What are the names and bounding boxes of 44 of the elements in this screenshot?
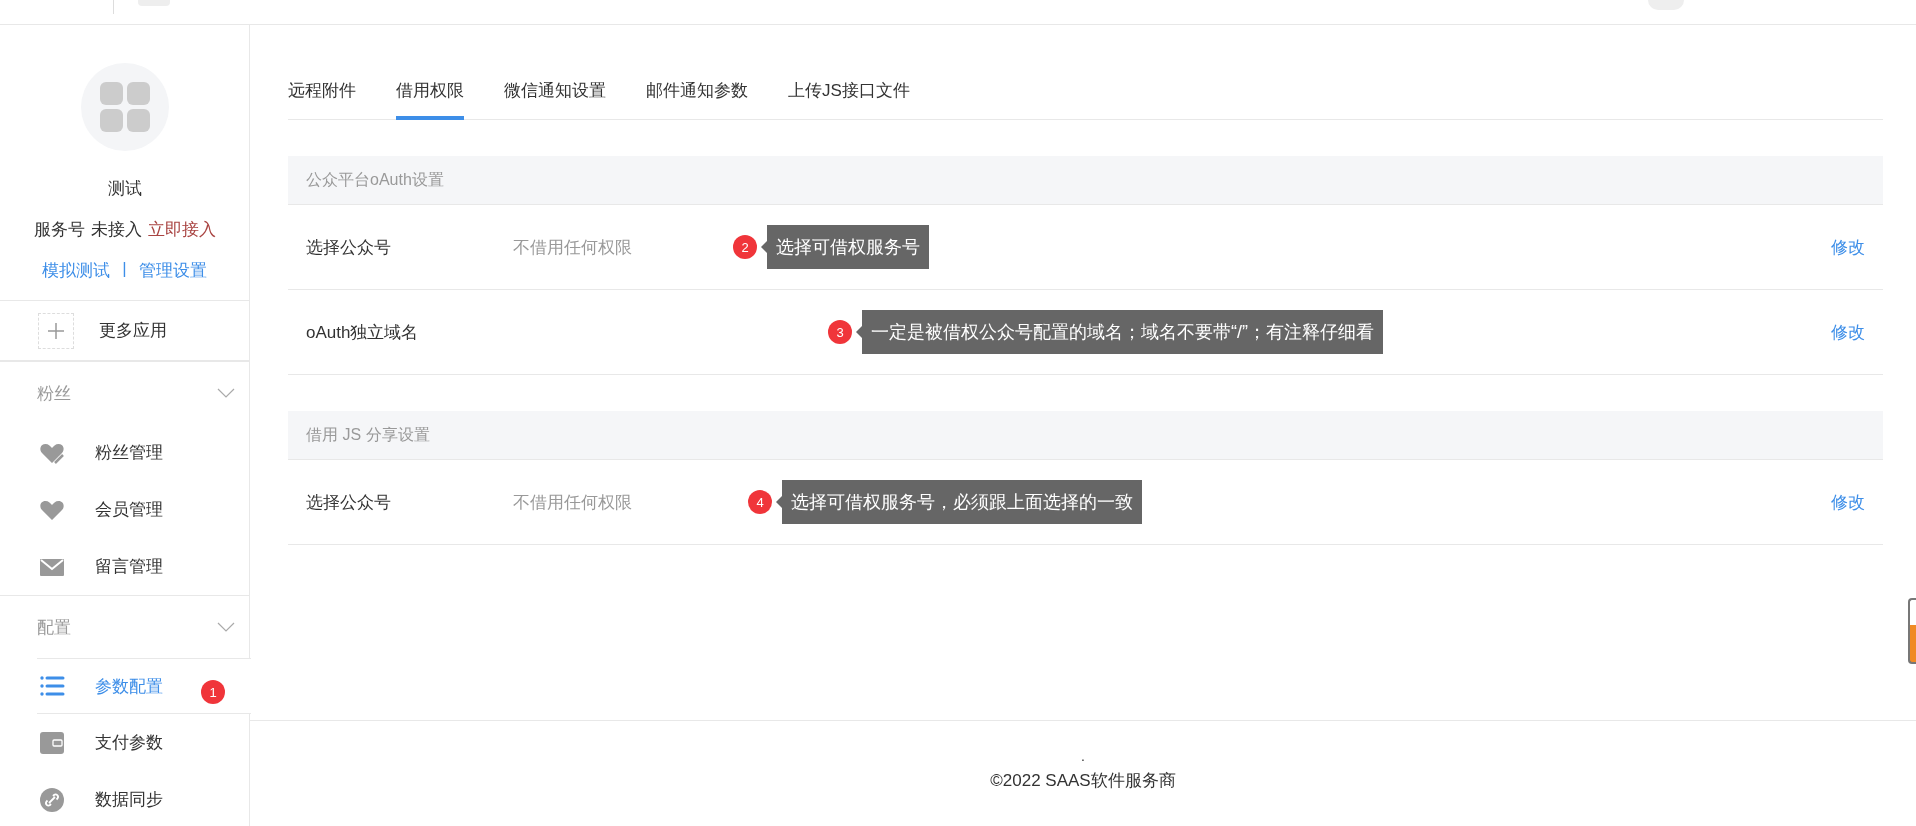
manage-settings-link[interactable]: 管理设置 (138, 259, 207, 282)
chevron-down-icon[interactable] (217, 622, 235, 632)
plus-icon[interactable] (38, 312, 74, 349)
setting-value: 不借用任何权限 (513, 236, 632, 259)
sidebar-item[interactable]: 会员管理 (0, 481, 249, 538)
chevron-down-icon[interactable] (217, 388, 235, 398)
section-title: 借用 JS 分享设置 (306, 424, 430, 445)
sidebar-item[interactable]: 粉丝管理 (0, 424, 249, 481)
annotation-tooltip: 一定是被借权公众号配置的域名；域名不要带“/”；有注释仔细看 (856, 310, 1383, 354)
edit-link[interactable]: 修改 (1831, 235, 1865, 259)
link-icon (39, 786, 65, 813)
account-type: 服务号 (33, 219, 85, 241)
tab[interactable]: 邮件通知参数 (646, 79, 748, 120)
tab[interactable]: 上传JS接口文件 (788, 79, 910, 120)
section-title: 公众平台oAuth设置 (306, 169, 444, 190)
edit-link[interactable]: 修改 (1831, 490, 1865, 514)
account-name: 测试 (107, 178, 142, 200)
footer-dot: . (1081, 749, 1085, 763)
list-icon (39, 673, 65, 699)
group-title: 配置 (37, 616, 71, 639)
tab[interactable]: 远程附件 (288, 79, 356, 120)
link-separator: | (122, 259, 127, 280)
annotation-badge: 2 (733, 235, 757, 259)
copyright-text: ©2022 SAAS软件服务商 (990, 770, 1176, 792)
setting-label: oAuth独立域名 (306, 321, 420, 344)
setting-label: 选择公众号 (306, 491, 392, 514)
wallet-icon (39, 729, 65, 756)
setting-value: 不借用任何权限 (513, 491, 632, 514)
sidebar-item[interactable]: 数据同步 (0, 771, 249, 826)
sidebar-item[interactable]: 支付参数 (0, 714, 249, 771)
annotation-tooltip: 选择可借权服务号，必须跟上面选择的一致 (776, 480, 1142, 524)
setting-label: 选择公众号 (306, 236, 392, 259)
sidebar-item[interactable]: 留言管理 (0, 538, 249, 595)
tab[interactable]: 借用权限 (396, 79, 464, 120)
account-status: 未接入 (90, 219, 142, 241)
connect-link[interactable]: 立即接入 (147, 218, 216, 241)
annotation-tooltip: 选择可借权服务号 (761, 225, 929, 269)
group-title: 粉丝 (37, 382, 71, 405)
annotation-badge: 3 (828, 320, 852, 344)
simulate-test-link[interactable]: 模拟测试 (42, 259, 111, 282)
tab[interactable]: 微信通知设置 (504, 79, 606, 120)
more-apps-link[interactable]: 更多应用 (99, 319, 167, 342)
annotation-badge: 4 (748, 490, 772, 514)
edit-link[interactable]: 修改 (1831, 320, 1865, 344)
